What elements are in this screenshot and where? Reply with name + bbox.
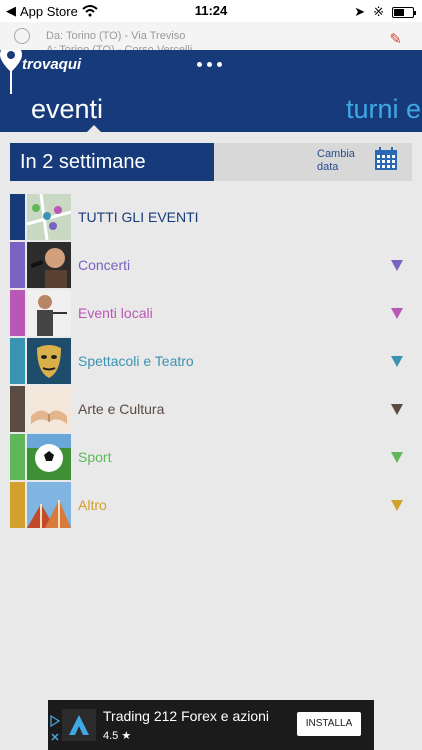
expand-triangle-icon[interactable] bbox=[391, 404, 403, 415]
location-arrow-icon: ➤ bbox=[354, 4, 366, 19]
category-color-bar bbox=[10, 242, 25, 288]
singer-thumbnail-icon bbox=[27, 242, 71, 288]
category-label: Concerti bbox=[78, 257, 131, 273]
category-eventi-locali[interactable]: Eventi locali bbox=[10, 290, 412, 336]
app-logo-icon bbox=[62, 709, 96, 741]
category-spettacoli-teatro[interactable]: Spettacoli e Teatro bbox=[10, 338, 412, 384]
category-color-bar bbox=[10, 482, 25, 528]
expand-triangle-icon[interactable] bbox=[391, 356, 403, 367]
tab-turni[interactable]: turni e bbox=[346, 94, 421, 125]
category-color-bar bbox=[10, 290, 25, 336]
category-label: Sport bbox=[78, 449, 112, 465]
expand-triangle-icon[interactable] bbox=[391, 452, 403, 463]
category-label: Arte e Cultura bbox=[78, 401, 165, 417]
location-pin-logo-icon bbox=[0, 50, 22, 94]
change-date-button[interactable]: Cambia data bbox=[317, 148, 355, 174]
brand-logo: trovaqui bbox=[22, 56, 82, 73]
active-tab-indicator bbox=[87, 125, 101, 132]
edit-pencil-icon[interactable]: ✎ bbox=[389, 30, 402, 48]
category-all-events[interactable]: TUTTI GLI EVENTI bbox=[10, 194, 412, 240]
category-arte-cultura[interactable]: Arte e Cultura bbox=[10, 386, 412, 432]
route-circle-icon bbox=[14, 28, 30, 44]
category-concerti[interactable]: Concerti bbox=[10, 242, 412, 288]
category-color-bar bbox=[10, 434, 25, 480]
install-button[interactable]: INSTALLA bbox=[297, 712, 361, 736]
status-bar: ◀ App Store 11:24 ➤ ※ bbox=[0, 0, 422, 22]
expand-triangle-icon[interactable] bbox=[391, 260, 403, 271]
change-date-label-1: Cambia bbox=[317, 148, 355, 160]
category-label: Altro bbox=[78, 497, 107, 513]
category-altro[interactable]: Altro bbox=[10, 482, 412, 528]
ad-title: Trading 212 Forex e azioni bbox=[103, 708, 270, 724]
circus-tents-thumbnail-icon bbox=[27, 482, 71, 528]
football-thumbnail-icon bbox=[27, 434, 71, 480]
category-label: TUTTI GLI EVENTI bbox=[78, 209, 199, 225]
open-book-thumbnail-icon bbox=[27, 386, 71, 432]
category-color-bar bbox=[10, 386, 25, 432]
status-icons: ➤ ※ bbox=[354, 4, 416, 20]
change-date-label-2: data bbox=[317, 161, 339, 173]
ad-rating: 4.5 ★ bbox=[103, 730, 132, 742]
category-sport[interactable]: Sport bbox=[10, 434, 412, 480]
period-label: In 2 settimane bbox=[10, 143, 214, 181]
calendar-icon[interactable] bbox=[374, 147, 398, 171]
category-label: Spettacoli e Teatro bbox=[78, 353, 194, 369]
app-header: trovaqui eventi turni e bbox=[0, 50, 422, 132]
category-label: Eventi locali bbox=[78, 305, 153, 321]
map-pins-thumbnail-icon bbox=[27, 194, 71, 240]
theatre-mask-thumbnail-icon bbox=[27, 338, 71, 384]
speaker-thumbnail-icon bbox=[27, 290, 71, 336]
ad-choices-icon[interactable] bbox=[50, 714, 60, 744]
more-menu-icon[interactable] bbox=[197, 62, 222, 67]
battery-icon bbox=[392, 6, 416, 18]
period-selector: In 2 settimane Cambia data bbox=[10, 143, 412, 181]
ad-banner[interactable]: Trading 212 Forex e azioni 4.5 ★ INSTALL… bbox=[48, 700, 374, 750]
category-list: TUTTI GLI EVENTI Concerti Eventi locali … bbox=[10, 194, 412, 530]
tab-eventi[interactable]: eventi bbox=[31, 94, 103, 125]
route-from: Da: Torino (TO) - Via Treviso bbox=[46, 30, 186, 42]
bluetooth-icon: ※ bbox=[373, 4, 384, 19]
expand-triangle-icon[interactable] bbox=[391, 308, 403, 319]
category-color-bar bbox=[10, 194, 25, 240]
expand-triangle-icon[interactable] bbox=[391, 500, 403, 511]
category-color-bar bbox=[10, 338, 25, 384]
